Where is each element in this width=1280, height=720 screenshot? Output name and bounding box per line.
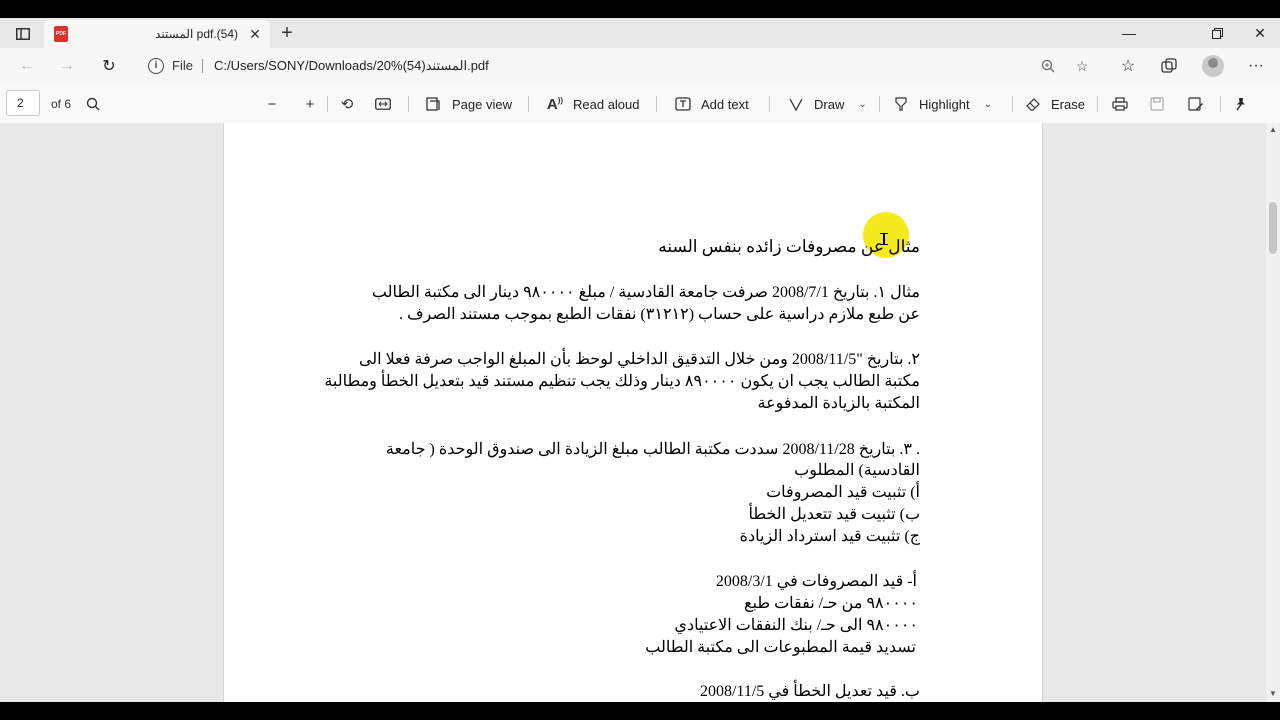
zoom-icon[interactable] [1038, 56, 1058, 76]
toolbar-divider [1220, 96, 1221, 112]
tab-title: pdf.(54) المستند [155, 27, 238, 41]
highlight-icon [891, 97, 911, 111]
print-icon[interactable] [1112, 90, 1128, 118]
requirement-a: أ) تثبيت قيد المصروفات [766, 484, 920, 501]
tab-actions-icon[interactable] [8, 23, 38, 45]
toolbar-divider [656, 96, 657, 112]
read-aloud-icon: A)) [546, 95, 564, 113]
example-2-line-1: ٢. بتاريخ "2008/11/5 ومن خلال التدقيق ال… [358, 351, 920, 368]
add-text-icon [673, 97, 693, 111]
minimize-icon[interactable]: — [1107, 18, 1151, 48]
address-bar[interactable]: i File C:/Users/SONY/Downloads/المستند(5… [138, 52, 1104, 80]
save-icon [1150, 90, 1164, 118]
navigation-bar: ← → ↻ i File C:/Users/SONY/Downloads/الم… [0, 48, 1280, 84]
address-divider [202, 59, 203, 73]
add-favorite-icon[interactable]: ☆ [1072, 56, 1092, 76]
highlight-options-chevron-icon[interactable]: ⌄ [984, 99, 992, 110]
draw-button[interactable]: Draw ⌄ [786, 90, 867, 118]
entry-a-debit: ٩٨٠٠٠٠ من حـ/ نفقات طبع [744, 595, 918, 612]
scroll-up-icon[interactable]: ▲ [1269, 125, 1277, 134]
draw-options-chevron-icon[interactable]: ⌄ [858, 99, 866, 110]
scroll-thumb[interactable] [1269, 202, 1277, 254]
refresh-icon[interactable]: ↻ [96, 54, 122, 78]
profile-avatar[interactable] [1202, 55, 1224, 77]
scroll-down-icon[interactable]: ▼ [1269, 689, 1277, 698]
pdf-toolbar: 2 of 6 − + ⟲ Page view A)) Read aloud Ad… [0, 85, 1280, 124]
collections-icon[interactable] [1156, 54, 1182, 78]
read-aloud-button[interactable]: A)) Read aloud [545, 90, 640, 118]
url-text[interactable]: C:/Users/SONY/Downloads/المستند(54)%20.p… [214, 58, 489, 74]
example-3-line-2: القادسية) المطلوب [794, 462, 920, 479]
pdf-page: مثال عن مصروفات زائده بنفس السنه مثال ١.… [223, 123, 1043, 702]
browser-window: PDF pdf.(54) المستند ✕ + — ✕ ← → ↻ i Fil… [0, 18, 1280, 702]
rotate-icon[interactable]: ⟲ [337, 90, 357, 118]
restore-icon[interactable] [1195, 18, 1239, 48]
example-2-line-3: المكتبة بالزيادة المدفوعة [757, 395, 920, 412]
page-view-icon [424, 97, 444, 111]
favorites-icon[interactable]: ☆ [1115, 54, 1141, 78]
vertical-scrollbar[interactable]: ▲ ▼ [1266, 123, 1280, 702]
find-icon[interactable] [86, 90, 100, 118]
page-view-button[interactable]: Page view [424, 90, 512, 118]
highlight-button[interactable]: Highlight ⌄ [891, 90, 992, 118]
requirement-b: ب) تثبيت قيد تتعديل الخطأ [748, 506, 920, 523]
toolbar-divider [1012, 96, 1013, 112]
draw-label: Draw [814, 96, 845, 112]
erase-button[interactable]: Erase [1023, 90, 1085, 118]
page-count: of 6 [51, 97, 72, 111]
new-tab-icon[interactable]: + [276, 22, 298, 44]
page-number-input[interactable]: 2 [6, 90, 40, 116]
info-icon[interactable]: i [148, 58, 164, 74]
zoom-out-icon[interactable]: − [262, 90, 282, 118]
toolbar-divider [769, 96, 770, 112]
entry-a-note: تسديد قيمة المطبوعات الى مكتبة الطالب [645, 639, 916, 656]
erase-label: Erase [1051, 96, 1085, 112]
example-1-line-2: عن طبع ملازم دراسية على حساب (٣١٢١٢) نفق… [398, 306, 920, 323]
pin-toolbar-icon[interactable] [1234, 90, 1248, 118]
close-tab-icon[interactable]: ✕ [246, 25, 264, 43]
requirement-c: ج) تثبيت قيد استرداد الزيادة [739, 528, 920, 545]
example-2-line-2: مكتبة الطالب يجب ان يكون ٨٩٠٠٠٠ دينار وذ… [324, 373, 920, 390]
fit-width-icon[interactable] [375, 90, 391, 118]
active-tab[interactable]: PDF pdf.(54) المستند ✕ [44, 20, 270, 48]
entry-b-title: ب. قيد تعديل الخطأ في 2008/11/5 [699, 683, 920, 700]
toolbar-divider [408, 96, 409, 112]
more-options-icon[interactable]: ··· [1243, 54, 1269, 78]
add-text-button[interactable]: Add text [673, 90, 749, 118]
add-text-label: Add text [701, 96, 749, 112]
draw-icon [786, 97, 806, 111]
tab-strip: PDF pdf.(54) المستند ✕ + — ✕ [0, 18, 1280, 48]
toolbar-divider [327, 96, 328, 112]
entry-a-credit: ٩٨٠٠٠٠ الى حـ/ بنك النفقات الاعتيادي [674, 617, 918, 634]
save-as-icon[interactable] [1188, 90, 1204, 118]
eraser-icon [1023, 97, 1043, 111]
entry-a-title: أ- قيد المصروفات في 2008/3/1 [715, 573, 917, 590]
highlight-label: Highlight [919, 96, 970, 112]
toolbar-divider [1097, 96, 1098, 112]
example-1-line-1: مثال ١. بتاريخ 2008/7/1 صرفت جامعة القاد… [371, 284, 920, 301]
pdf-file-icon: PDF [54, 26, 68, 42]
toolbar-divider [528, 96, 529, 112]
pdf-viewer[interactable]: مثال عن مصروفات زائده بنفس السنه مثال ١.… [0, 123, 1266, 702]
page-view-label: Page view [452, 96, 512, 112]
example-heading: مثال عن مصروفات زائده بنفس السنه [658, 237, 920, 256]
close-window-icon[interactable]: ✕ [1238, 18, 1280, 48]
example-3-line-1: . ٣. بتاريخ 2008/11/28 سددت مكتبة الطالب… [385, 441, 920, 458]
address-scheme: File [172, 58, 193, 73]
back-icon[interactable]: ← [14, 54, 40, 78]
zoom-in-icon[interactable]: + [300, 90, 320, 118]
toolbar-divider [879, 96, 880, 112]
read-aloud-label: Read aloud [573, 96, 640, 112]
forward-icon[interactable]: → [54, 54, 80, 78]
